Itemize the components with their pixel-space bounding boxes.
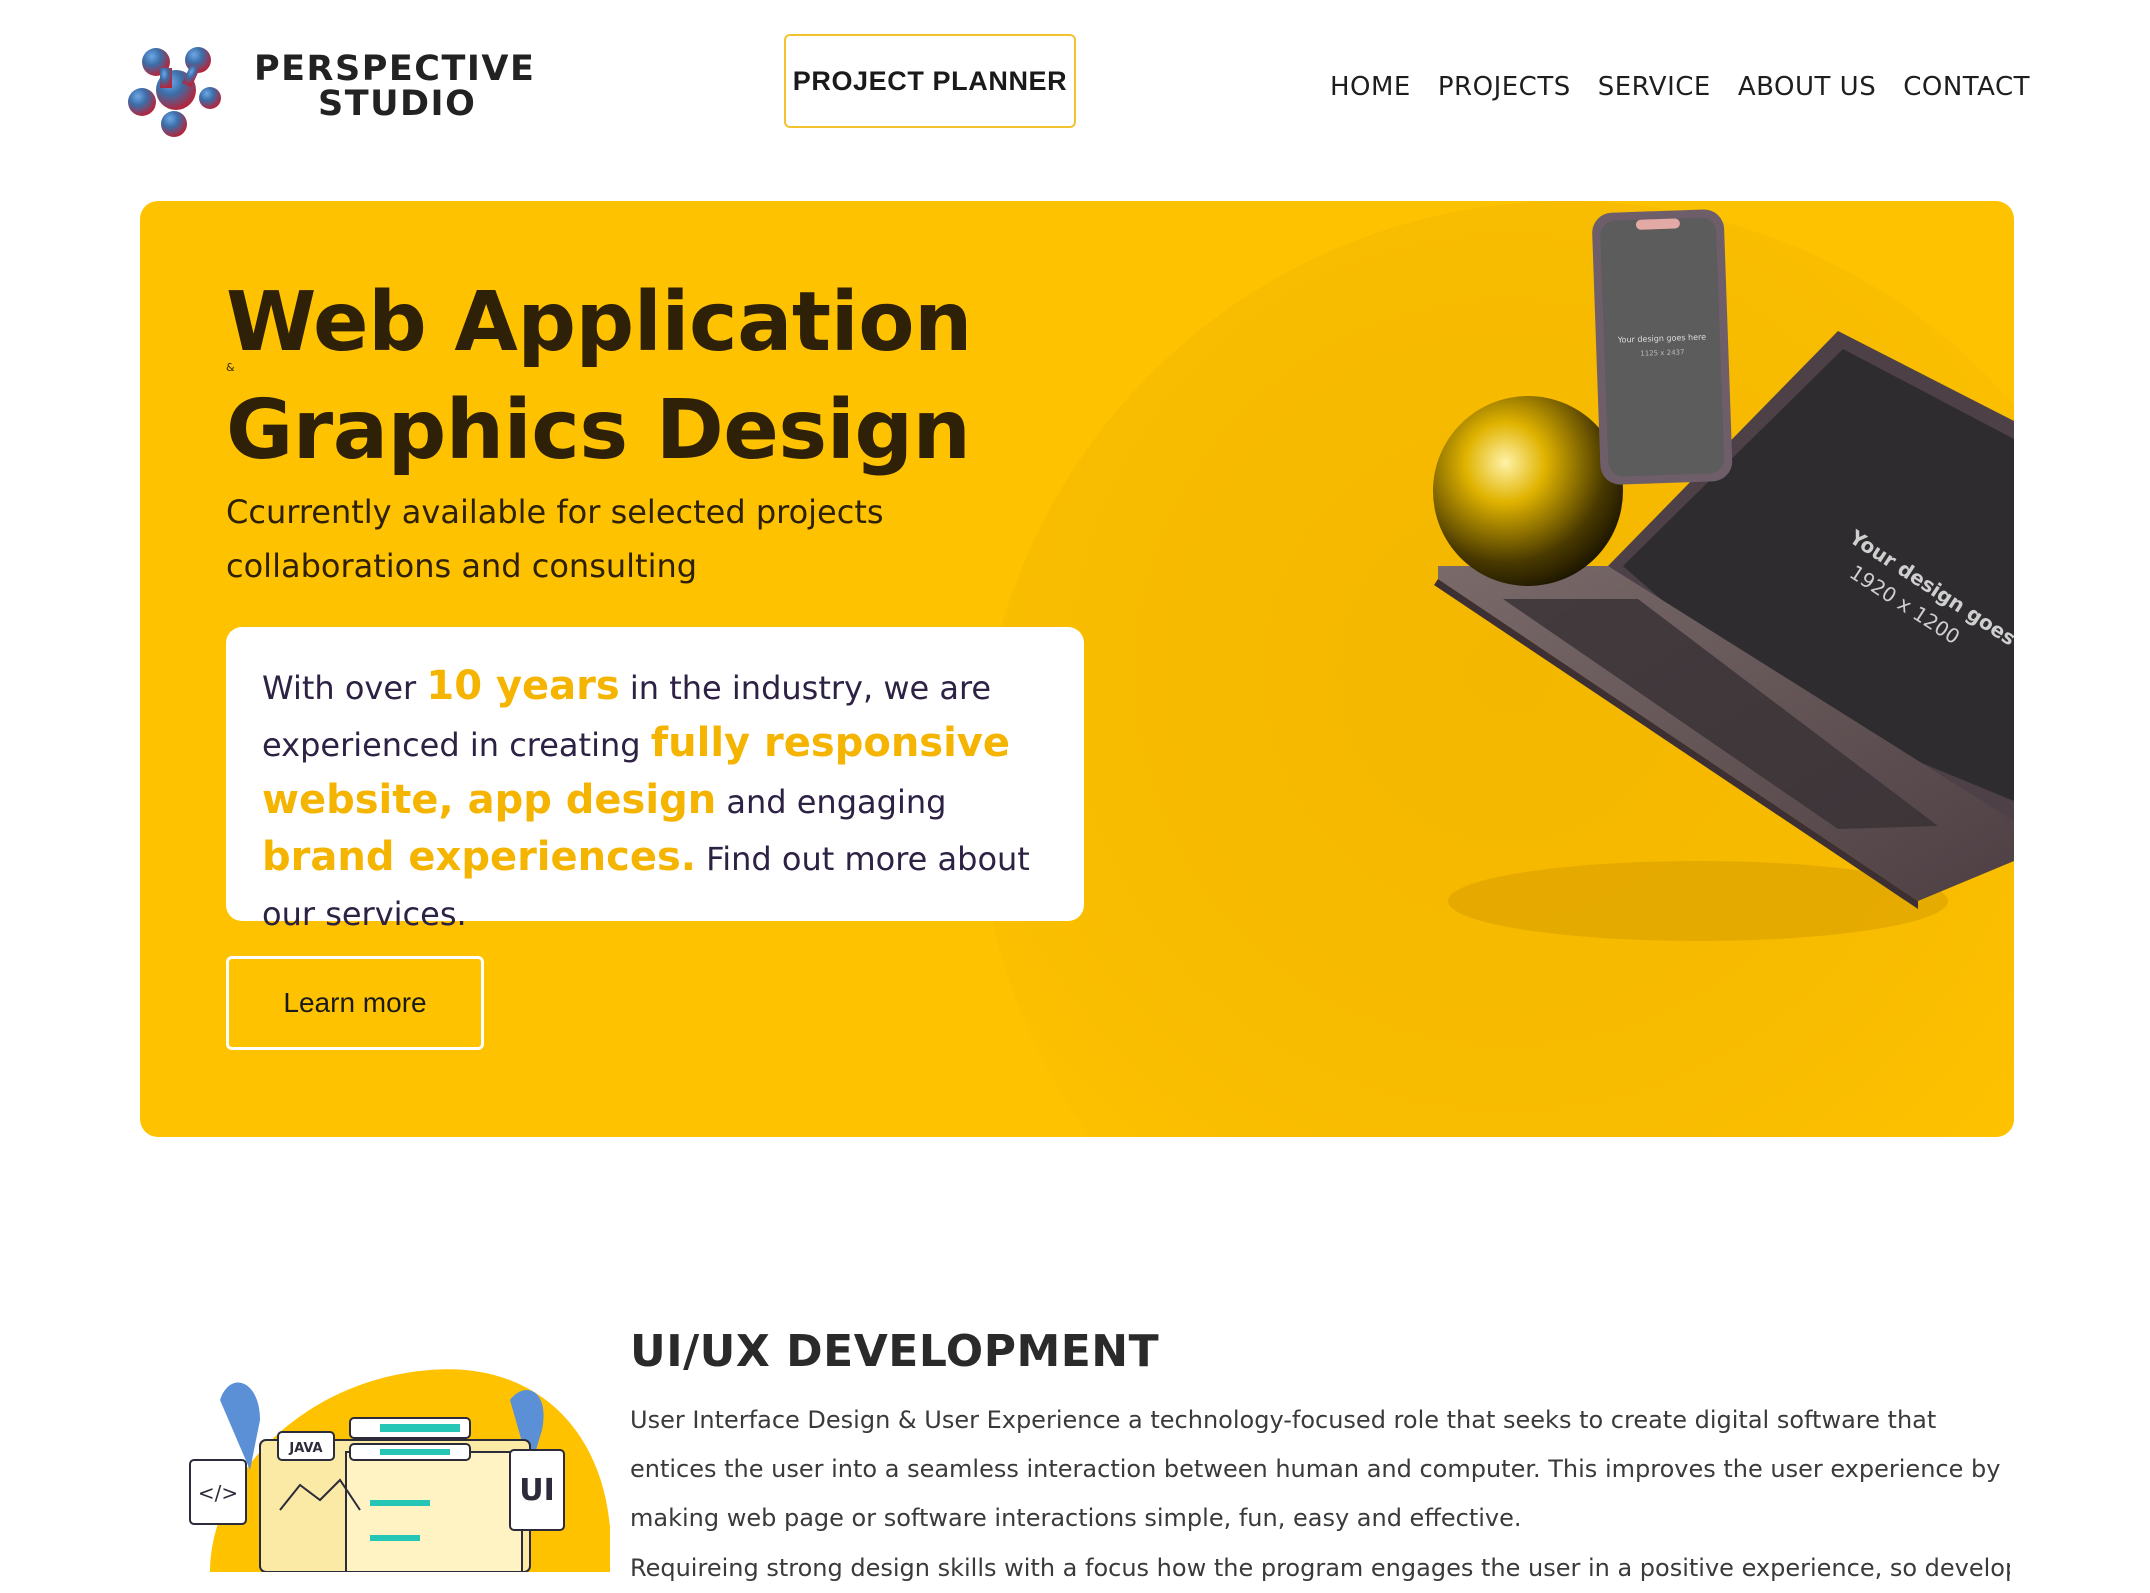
brand-logo[interactable]: PERSPECTIVE STUDIO — [126, 42, 546, 138]
uiux-illustration: </> JAVA UI — [189, 1369, 610, 1572]
hero-subtitle: Ccurrently available for selected projec… — [226, 493, 884, 585]
nav-home[interactable]: HOME — [1330, 72, 1411, 102]
phone-screen — [1600, 217, 1725, 477]
illus-java-tag: JAVA — [288, 1441, 322, 1456]
molecule-logo-icon — [128, 47, 221, 137]
hero-title-line2: Graphics Design — [226, 383, 971, 478]
info-text-3: and engaging — [716, 783, 947, 821]
brand-name-line1: PERSPECTIVE — [254, 49, 536, 89]
uiux-section-title: UI/UX DEVELOPMENT — [630, 1326, 1160, 1377]
info-highlight-years: 10 years — [426, 663, 620, 709]
learn-more-button[interactable]: Learn more — [226, 956, 484, 1050]
nav-service[interactable]: SERVICE — [1598, 72, 1711, 102]
illus-code-tag: </> — [198, 1481, 238, 1505]
hero-title-ampersand: & — [226, 361, 235, 374]
uiux-paragraph-2: Requireing strong design skills with a f… — [630, 1554, 2010, 1582]
hero-title: Web Application Graphics Design — [226, 269, 1126, 485]
info-text-1: With over — [262, 669, 427, 707]
nav-about-us[interactable]: ABOUT US — [1738, 72, 1876, 102]
hero-banner: Web Application Graphics Design & Ccurre… — [140, 201, 2014, 1137]
project-planner-button[interactable]: PROJECT PLANNER — [784, 34, 1076, 128]
main-nav: HOME PROJECTS SERVICE ABOUT US CONTACT — [1330, 72, 2030, 102]
hero-info-card: With over 10 years in the industry, we a… — [226, 627, 1084, 933]
hero-title-line1: Web Application — [226, 275, 972, 370]
devices-mockup-image: Your design goes here 1920 x 1200 Your d… — [1433, 209, 2014, 941]
illus-ui-tag: UI — [519, 1473, 555, 1508]
info-highlight-brand: brand experiences. — [262, 834, 696, 880]
hero-info-text: With over 10 years in the industry, we a… — [262, 659, 1050, 942]
brand-name-line2: STUDIO — [318, 84, 477, 124]
uiux-paragraph-1: User Interface Design & User Experience … — [630, 1406, 2001, 1532]
nav-projects[interactable]: PROJECTS — [1438, 72, 1571, 102]
golden-sphere — [1433, 396, 1623, 586]
phone-screen-size: 1125 x 2437 — [1640, 348, 1684, 358]
nav-contact[interactable]: CONTACT — [1903, 72, 2030, 102]
brand-name: PERSPECTIVE STUDIO — [254, 52, 535, 122]
